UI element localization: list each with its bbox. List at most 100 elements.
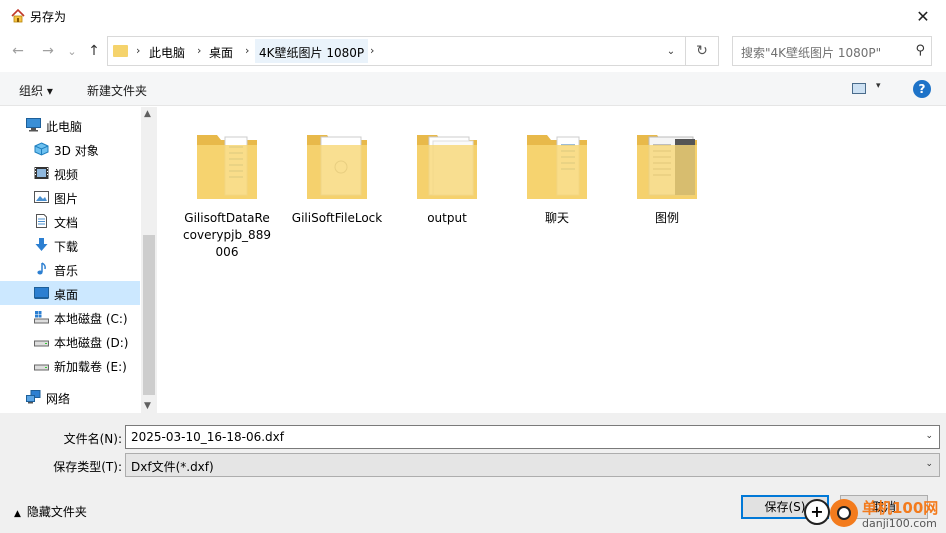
video-icon xyxy=(34,167,49,179)
breadcrumb-current-folder[interactable]: 4K壁纸图片 1080P xyxy=(255,39,369,63)
chevron-up-icon: ▲ xyxy=(14,509,21,519)
sidebar-item-videos[interactable]: 视频 xyxy=(0,161,140,185)
refresh-button[interactable]: ↻ xyxy=(686,36,719,66)
folder-icon xyxy=(527,135,587,199)
filetype-value: Dxf文件(*.dxf) xyxy=(131,460,214,474)
download-icon xyxy=(35,238,48,251)
sidebar-item-drive-c[interactable]: 本地磁盘 (C:) xyxy=(0,305,140,329)
list-item[interactable]: 图例 xyxy=(617,117,717,227)
list-item[interactable]: 聊天 xyxy=(507,117,607,227)
scroll-up-icon[interactable]: ▲ xyxy=(144,109,151,119)
back-button[interactable]: ← xyxy=(8,41,28,61)
network-icon xyxy=(26,390,41,404)
arrow-right-icon: → xyxy=(42,43,54,59)
computer-icon xyxy=(26,118,41,132)
file-name: output xyxy=(427,211,467,225)
new-folder-button[interactable]: 新建文件夹 xyxy=(87,82,147,99)
sidebar-item-label: 新加载卷 (E:) xyxy=(54,360,127,374)
filetype-label: 保存类型(T): xyxy=(53,460,122,474)
up-button[interactable]: ↑ xyxy=(84,41,104,61)
organize-button[interactable]: 组织 ▾ xyxy=(19,82,53,99)
sidebar-item-music[interactable]: 音乐 xyxy=(0,257,140,281)
hide-folders-label: 隐藏文件夹 xyxy=(26,505,87,519)
list-item[interactable]: GilisoftDataRecoverypjb_889006 xyxy=(177,117,277,261)
title-bar: 另存为 ✕ xyxy=(0,0,946,32)
sidebar-item-label: 本地磁盘 (D:) xyxy=(54,336,129,350)
command-toolbar: 组织 ▾ 新建文件夹 ▾ ? xyxy=(0,72,946,106)
folder-icon xyxy=(197,135,257,199)
folder-icon xyxy=(417,135,477,199)
sidebar-item-label: 3D 对象 xyxy=(54,144,99,158)
picture-icon xyxy=(34,191,49,203)
window-title: 另存为 xyxy=(30,10,67,24)
recent-locations-button[interactable]: ⌄ xyxy=(62,41,82,61)
address-bar[interactable]: › 此电脑 › 桌面 › 4K壁纸图片 1080P › ⌄ xyxy=(107,36,686,66)
save-options-panel: 文件名(N): 2025-03-10_16-18-06.dxf ⌄ 保存类型(T… xyxy=(0,413,946,533)
file-name: GilisoftDataRecoverypjb_889006 xyxy=(183,211,271,259)
filetype-select[interactable]: Dxf文件(*.dxf) ⌄ xyxy=(125,453,940,477)
breadcrumb-separator: › xyxy=(245,44,250,57)
list-item[interactable]: GiliSoftFileLock xyxy=(287,117,387,227)
sidebar-scrollbar[interactable]: ▲ ▼ xyxy=(141,107,157,413)
address-dropdown-button[interactable]: ⌄ xyxy=(657,37,685,65)
home-icon xyxy=(11,8,25,23)
folder-icon xyxy=(113,45,128,57)
sidebar-item-this-pc[interactable]: 此电脑 xyxy=(0,113,140,137)
close-button[interactable]: ✕ xyxy=(900,0,946,32)
breadcrumb-desktop[interactable]: 桌面 xyxy=(209,44,233,61)
chevron-down-icon[interactable]: ⌄ xyxy=(925,459,933,469)
arrow-up-icon: ↑ xyxy=(88,43,100,59)
sidebar-item-label: 此电脑 xyxy=(46,120,83,134)
watermark-title: 单机100网 xyxy=(862,499,939,517)
forward-button[interactable]: → xyxy=(38,41,58,61)
filename-input[interactable]: 2025-03-10_16-18-06.dxf ⌄ xyxy=(125,425,940,449)
navigation-pane: 此电脑 3D 对象 视频 图片 文档 下载 音乐 桌面 本地磁盘 (C:) 本地… xyxy=(0,107,157,413)
folder-icon xyxy=(637,135,697,199)
sidebar-item-documents[interactable]: 文档 xyxy=(0,209,140,233)
sidebar-item-label: 音乐 xyxy=(54,264,79,278)
file-name: 聊天 xyxy=(544,211,569,225)
breadcrumb-separator: › xyxy=(197,44,202,57)
help-button[interactable]: ? xyxy=(913,80,931,98)
sidebar-item-network[interactable]: 网络 xyxy=(0,385,140,409)
chevron-down-icon: ⌄ xyxy=(666,45,676,57)
view-options-icon[interactable] xyxy=(852,83,866,94)
cube-icon xyxy=(34,142,49,156)
scroll-down-icon[interactable]: ▼ xyxy=(144,401,151,411)
close-icon: ✕ xyxy=(916,6,930,26)
watermark: + 单机100网 danji100.com xyxy=(800,495,946,533)
sidebar-item-label: 图片 xyxy=(54,192,79,206)
arrow-left-icon: ← xyxy=(12,43,24,59)
sidebar-item-drive-d[interactable]: 本地磁盘 (D:) xyxy=(0,329,140,353)
folder-icon xyxy=(307,135,367,199)
hide-folders-toggle[interactable]: ▲ 隐藏文件夹 xyxy=(14,503,87,520)
drive-icon xyxy=(34,340,49,347)
sidebar-item-desktop[interactable]: 桌面 xyxy=(0,281,140,305)
sidebar-item-label: 桌面 xyxy=(54,288,79,302)
plus-icon: + xyxy=(804,499,830,525)
sidebar-item-downloads[interactable]: 下载 xyxy=(0,233,140,257)
sidebar-item-label: 网络 xyxy=(46,392,71,406)
breadcrumb-separator: › xyxy=(370,44,375,57)
search-placeholder: 搜索"4K壁纸图片 1080P" xyxy=(741,46,882,60)
filename-label: 文件名(N): xyxy=(63,432,122,446)
watermark-url: danji100.com xyxy=(862,517,937,530)
sidebar-item-3d-objects[interactable]: 3D 对象 xyxy=(0,137,140,161)
sidebar-item-label: 视频 xyxy=(54,168,79,182)
document-icon xyxy=(36,214,47,228)
breadcrumb-separator: › xyxy=(136,44,141,57)
drive-icon xyxy=(34,364,49,371)
sidebar-item-drive-e[interactable]: 新加载卷 (E:) xyxy=(0,353,140,377)
chevron-down-icon[interactable]: ⌄ xyxy=(925,431,933,441)
chevron-down-icon: ⌄ xyxy=(67,44,77,58)
search-input[interactable]: 搜索"4K壁纸图片 1080P" ⚲ xyxy=(732,36,932,66)
breadcrumb-this-pc[interactable]: 此电脑 xyxy=(149,44,185,61)
list-item[interactable]: output xyxy=(397,117,497,227)
sidebar-item-label: 下载 xyxy=(54,240,79,254)
chevron-down-icon[interactable]: ▾ xyxy=(876,81,881,91)
navigation-bar: ← → ⌄ ↑ › 此电脑 › 桌面 › 4K壁纸图片 1080P › ⌄ ↻ … xyxy=(0,32,946,70)
refresh-icon: ↻ xyxy=(696,43,708,59)
logo-icon xyxy=(830,499,858,527)
sidebar-item-pictures[interactable]: 图片 xyxy=(0,185,140,209)
scrollbar-thumb[interactable] xyxy=(143,235,155,395)
